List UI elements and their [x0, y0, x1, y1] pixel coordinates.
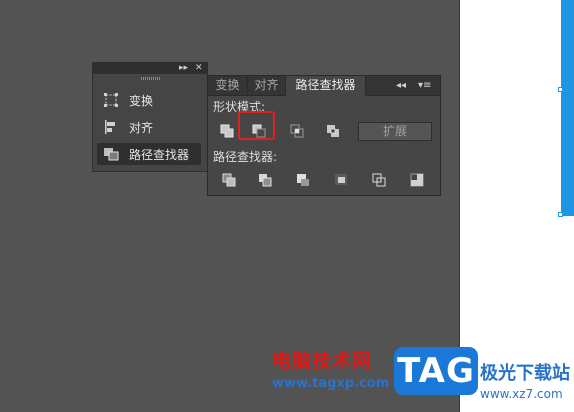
exclude-icon [327, 125, 339, 137]
trim-icon [259, 174, 272, 187]
dock-item-label: 变换 [129, 93, 154, 108]
dock-item-transform[interactable]: 变换 [97, 89, 201, 111]
exclude-button[interactable] [324, 122, 342, 140]
collapse-icon[interactable]: ▸▸ [179, 62, 188, 74]
outline-icon [372, 173, 386, 187]
watermark-site-url: www.xz7.com [480, 387, 563, 401]
tab-align[interactable]: 对齐 [248, 76, 286, 95]
merge-icon [297, 174, 309, 186]
watermark-left: 电脑技术网 www.tagxp.com [272, 346, 389, 391]
merge-button[interactable] [294, 171, 312, 189]
selection-handle[interactable] [558, 212, 563, 217]
dock-titlebar[interactable]: ▸▸ ✕ [93, 63, 207, 74]
intersect-button[interactable] [288, 122, 306, 140]
unite-button[interactable] [218, 122, 236, 140]
panel-menu-icon[interactable]: ▾≡ [418, 76, 431, 95]
dock-item-label: 对齐 [129, 120, 154, 135]
pathfinders-label: 路径查找器: [213, 150, 278, 164]
minus-back-icon [410, 173, 424, 187]
highlight-box [238, 111, 275, 140]
dock-item-pathfinder[interactable]: 路径查找器 [97, 143, 201, 165]
transform-icon [103, 92, 119, 108]
collapsed-panel-dock: ▸▸ ✕ 变换 对齐 路径查找器 [92, 62, 208, 172]
tab-pathfinder[interactable]: 路径查找器 [286, 76, 366, 96]
dock-item-align[interactable]: 对齐 [97, 116, 201, 138]
selected-object[interactable] [561, 0, 574, 216]
watermark-badge: TAG [394, 347, 478, 395]
unite-icon [220, 124, 234, 138]
watermark-site: 极光下载站 [480, 363, 570, 384]
intersect-icon [290, 124, 304, 138]
trim-button[interactable] [256, 171, 274, 189]
minus-back-button[interactable] [408, 171, 426, 189]
align-icon [103, 119, 119, 135]
divide-button[interactable] [220, 171, 238, 189]
pathfinder-icon [103, 146, 119, 162]
watermark-url: www.tagxp.com [272, 376, 390, 391]
selection-handle[interactable] [558, 87, 563, 92]
drag-grip[interactable] [141, 77, 161, 80]
dock-item-label: 路径查找器 [129, 147, 190, 162]
expand-button[interactable]: 扩展 [358, 122, 432, 141]
tab-transform[interactable]: 变换 [208, 76, 248, 95]
watermark-right: 极光下载站 www.xz7.com [480, 359, 570, 401]
divide-icon [222, 173, 236, 187]
panel-tab-bar: 变换 对齐 路径查找器 ◂◂ ▾≡ [208, 76, 440, 96]
crop-button[interactable] [332, 171, 350, 189]
outline-button[interactable] [370, 171, 388, 189]
close-icon[interactable]: ✕ [195, 62, 203, 74]
watermark-title: 电脑技术网 [272, 350, 373, 372]
crop-icon [335, 174, 347, 185]
collapse-panel-icon[interactable]: ◂◂ [396, 76, 406, 95]
